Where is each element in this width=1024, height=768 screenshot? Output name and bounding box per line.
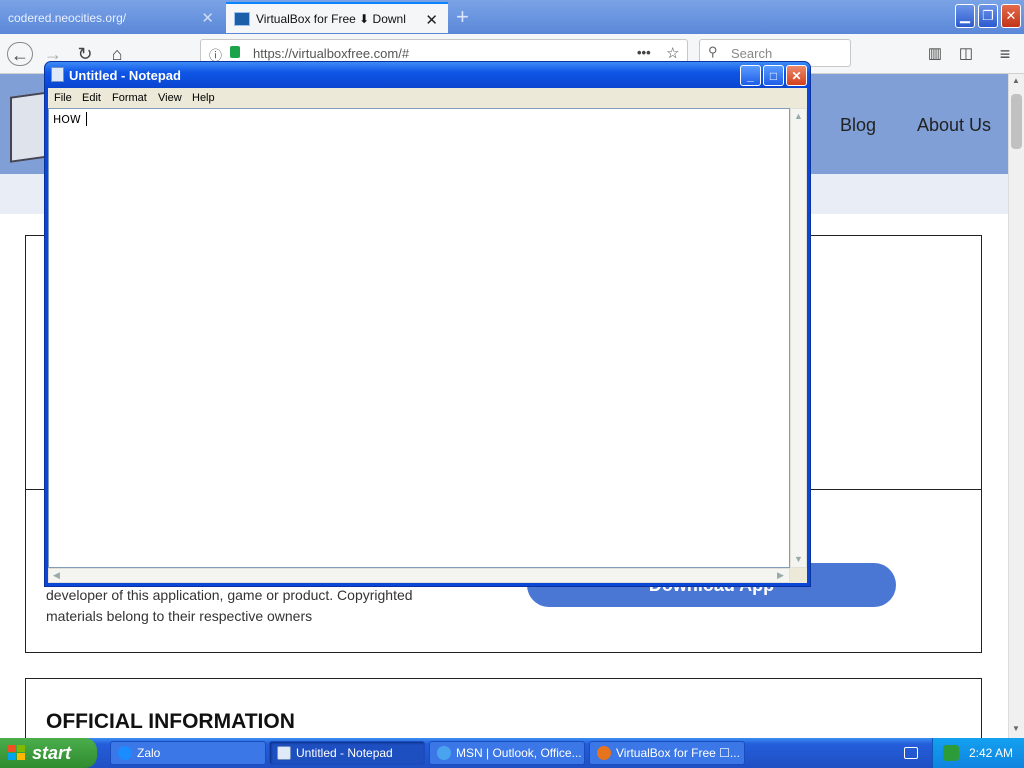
start-label: start [32, 742, 72, 763]
task-label: VirtualBox for Free ☐... [616, 746, 740, 760]
notepad-text: HOW [53, 113, 81, 126]
library-icon[interactable]: ▥ [922, 42, 948, 66]
tab-label: codered.neocities.org/ [8, 10, 127, 25]
url-text[interactable]: https://virtualboxfree.com/# [253, 46, 409, 61]
back-arrow-icon[interactable]: ← [7, 42, 33, 66]
search-placeholder: Search [731, 46, 773, 61]
menu-help[interactable]: Help [192, 92, 215, 104]
notepad-icon [277, 746, 291, 760]
task-zalo[interactable]: Zalo [110, 741, 266, 765]
scroll-down-icon[interactable]: ▼ [1012, 724, 1020, 733]
notepad-window: Untitled - Notepad _ □ ✕ File Edit Forma… [44, 61, 811, 587]
virtualbox-favicon-icon [234, 11, 250, 26]
zalo-icon [118, 746, 132, 760]
menu-format[interactable]: Format [112, 92, 147, 104]
scroll-up-icon[interactable]: ▲ [791, 109, 806, 124]
notepad-text-area[interactable]: HOW [48, 108, 790, 568]
menu-file[interactable]: File [54, 92, 72, 104]
task-label: Zalo [137, 746, 161, 760]
close-window-button[interactable]: ✕ [1001, 4, 1021, 28]
task-firefox[interactable]: VirtualBox for Free ☐... [589, 741, 745, 765]
system-tray: 2:42 AM [932, 738, 1024, 768]
menu-view[interactable]: View [158, 92, 182, 104]
disclaimer-text: developer of this application, game or p… [46, 587, 413, 624]
task-notepad[interactable]: Untitled - Notepad [269, 741, 425, 765]
section-heading: OFFICIAL INFORMATION [46, 710, 295, 733]
text-caret [86, 112, 87, 126]
keyboard-icon[interactable] [904, 747, 918, 759]
notepad-vertical-scrollbar[interactable]: ▲ ▼ [790, 108, 807, 568]
lock-icon[interactable] [230, 46, 240, 58]
windows-logo-icon [8, 745, 25, 760]
new-tab-button[interactable]: + [456, 4, 469, 30]
network-icon[interactable] [943, 745, 959, 761]
menu-icon[interactable]: ≡ [992, 42, 1018, 66]
notepad-title-bar[interactable]: Untitled - Notepad _ □ ✕ [45, 62, 810, 88]
browser-tab-bar: codered.neocities.org/ ✕ VirtualBox for … [0, 0, 1024, 34]
page-scrollbar[interactable]: ▲ ▼ [1008, 74, 1024, 738]
task-msn[interactable]: MSN | Outlook, Office... [429, 741, 585, 765]
notepad-icon [51, 67, 64, 82]
scroll-left-icon[interactable]: ◀ [49, 568, 64, 583]
tab-label: VirtualBox for Free ⬇ Download V [256, 11, 406, 26]
notepad-menu-bar: File Edit Format View Help [48, 88, 807, 108]
scroll-up-icon[interactable]: ▲ [1012, 76, 1020, 85]
minimize-window-button[interactable]: ▁ [955, 4, 975, 28]
start-button[interactable]: start [0, 738, 97, 768]
close-tab-icon[interactable]: ✕ [201, 9, 214, 27]
task-label: Untitled - Notepad [296, 746, 393, 760]
notepad-minimize-button[interactable]: _ [740, 65, 761, 86]
close-tab-icon[interactable]: ✕ [425, 11, 438, 29]
scroll-right-icon[interactable]: ▶ [773, 568, 788, 583]
notepad-horizontal-scrollbar[interactable]: ◀ ▶ [48, 568, 790, 583]
page-actions-icon[interactable]: ••• [637, 45, 651, 60]
notepad-title: Untitled - Notepad [69, 68, 181, 83]
scrollbar-thumb[interactable] [1011, 94, 1022, 149]
tab-codered[interactable]: codered.neocities.org/ ✕ [0, 2, 224, 33]
taskbar: start Zalo Untitled - Notepad MSN | Outl… [0, 738, 1024, 768]
nav-link-blog[interactable]: Blog [840, 115, 876, 136]
search-icon: ⚲ [708, 44, 718, 59]
notepad-close-button[interactable]: ✕ [786, 65, 807, 86]
clock[interactable]: 2:42 AM [969, 746, 1013, 760]
task-label: MSN | Outlook, Office... [456, 746, 582, 760]
menu-edit[interactable]: Edit [82, 92, 101, 104]
tab-virtualbox[interactable]: VirtualBox for Free ⬇ Download V ✕ [226, 2, 448, 33]
bookmark-star-icon[interactable]: ☆ [666, 44, 679, 62]
ie-icon [437, 746, 451, 760]
notepad-maximize-button[interactable]: □ [763, 65, 784, 86]
firefox-icon [597, 746, 611, 760]
sidebar-icon[interactable]: ◫ [953, 42, 979, 66]
restore-window-button[interactable]: ❐ [978, 4, 998, 28]
resize-grip-icon[interactable] [790, 568, 807, 583]
nav-link-about-us[interactable]: About Us [917, 115, 991, 136]
scroll-down-icon[interactable]: ▼ [791, 552, 806, 567]
